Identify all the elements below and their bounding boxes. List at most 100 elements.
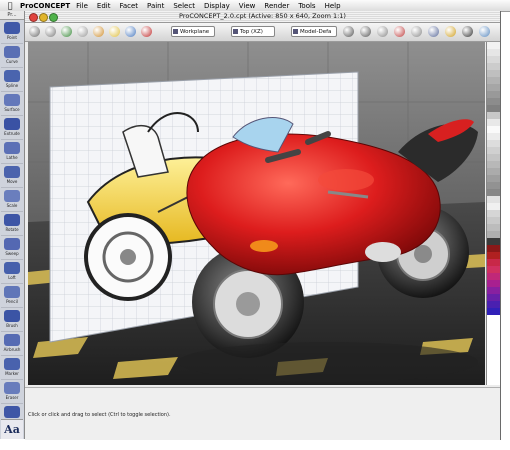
gold-sphere-icon[interactable] (445, 26, 456, 37)
color-swatch[interactable] (487, 189, 500, 196)
color-swatch[interactable] (487, 70, 500, 77)
tool-loft[interactable]: Loft (1, 260, 23, 284)
apple-menu-icon[interactable]:  (4, 1, 16, 10)
shade-sphere-icon[interactable] (411, 26, 422, 37)
app-menu[interactable]: ProCONCEPT (20, 2, 70, 10)
color-swatch[interactable] (487, 266, 500, 273)
tool-spline[interactable]: Spline (1, 68, 23, 92)
pinwheel-icon[interactable] (93, 26, 104, 37)
color-swatch[interactable] (487, 273, 500, 280)
view-select[interactable]: Top (XZ) (231, 26, 275, 37)
paint-icon[interactable] (125, 26, 136, 37)
tool-move[interactable]: Move (1, 164, 23, 188)
tool-point[interactable]: Point (1, 20, 23, 44)
menu-paint[interactable]: Paint (147, 2, 164, 10)
color-swatch[interactable] (487, 252, 500, 259)
tool-extrude[interactable]: Extrude (1, 116, 23, 140)
color-swatch[interactable] (487, 49, 500, 56)
color-swatch[interactable] (487, 217, 500, 224)
menu-file[interactable]: File (76, 2, 88, 10)
menu-help[interactable]: Help (325, 2, 341, 10)
color-swatch[interactable] (487, 175, 500, 182)
color-swatch[interactable] (487, 224, 500, 231)
color-swatch[interactable] (487, 280, 500, 287)
bulb-icon[interactable] (109, 26, 120, 37)
tool-marker[interactable]: Marker (1, 356, 23, 380)
target-icon[interactable] (141, 26, 152, 37)
title-bar[interactable]: ProCONCEPT_2.0.cpt (Active: 850 x 640, Z… (25, 11, 500, 23)
color-swatch[interactable] (487, 42, 500, 49)
tool-rotate[interactable]: Rotate (1, 212, 23, 236)
color-sphere-icon[interactable] (394, 26, 405, 37)
toolbar: Workplane Top (XZ) Model-Defa (25, 23, 500, 42)
tool-label: Spline (5, 83, 19, 88)
tool-pencil[interactable]: Pencil (1, 284, 23, 308)
color-swatch[interactable] (487, 287, 500, 294)
menu-render[interactable]: Render (264, 2, 289, 10)
color-swatch[interactable] (487, 91, 500, 98)
color-swatch[interactable] (487, 210, 500, 217)
tool-curve[interactable]: Curve (1, 44, 23, 68)
color-swatch[interactable] (487, 308, 500, 315)
globe-icon[interactable] (61, 26, 72, 37)
color-swatch[interactable] (487, 56, 500, 63)
color-swatch[interactable] (487, 119, 500, 126)
tool-label: Eraser (5, 395, 19, 400)
open-icon[interactable] (29, 26, 40, 37)
tool-airbrush[interactable]: Airbrush (1, 332, 23, 356)
dark-sphere-icon[interactable] (462, 26, 473, 37)
color-swatch[interactable] (487, 140, 500, 147)
tool-brush[interactable]: Brush (1, 308, 23, 332)
color-swatch[interactable] (487, 77, 500, 84)
tool-eraser[interactable]: Eraser (1, 380, 23, 404)
wire-sphere-icon[interactable] (377, 26, 388, 37)
color-swatch[interactable] (487, 63, 500, 70)
menu-edit[interactable]: Edit (97, 2, 111, 10)
tool-scale[interactable]: Scale (1, 188, 23, 212)
render-viewport[interactable] (28, 42, 485, 385)
env-sphere-icon[interactable] (428, 26, 439, 37)
tool-label: Brush (6, 323, 18, 328)
color-swatch[interactable] (487, 112, 500, 119)
menu-view[interactable]: View (239, 2, 256, 10)
sphere-icon[interactable] (77, 26, 88, 37)
mini-sphere-icon[interactable] (479, 26, 490, 37)
tool-sweep[interactable]: Sweep (1, 236, 23, 260)
color-swatch[interactable] (487, 154, 500, 161)
undo-icon[interactable] (343, 26, 354, 37)
color-swatch[interactable] (487, 238, 500, 245)
color-swatch[interactable] (487, 84, 500, 91)
color-swatch[interactable] (487, 126, 500, 133)
sweep-icon (4, 238, 20, 250)
pencil-icon (4, 286, 20, 298)
mode-select[interactable]: Model-Defa (291, 26, 337, 37)
gear-icon[interactable] (45, 26, 56, 37)
tool-lathe[interactable]: Lathe (1, 140, 23, 164)
menu-select[interactable]: Select (173, 2, 195, 10)
color-swatch[interactable] (487, 98, 500, 105)
text-tool-button[interactable]: Aa (1, 419, 23, 439)
color-swatch[interactable] (487, 133, 500, 140)
menu-tools[interactable]: Tools (298, 2, 315, 10)
tool-label: Airbrush (3, 347, 21, 352)
color-swatch[interactable] (487, 259, 500, 266)
color-swatch[interactable] (487, 105, 500, 112)
color-swatch[interactable] (487, 294, 500, 301)
color-swatch[interactable] (487, 182, 500, 189)
color-swatch[interactable] (487, 196, 500, 203)
pointer-icon (4, 22, 20, 34)
color-swatch[interactable] (487, 245, 500, 252)
brush-icon (4, 310, 20, 322)
color-swatch[interactable] (487, 231, 500, 238)
menu-display[interactable]: Display (204, 2, 230, 10)
color-swatch[interactable] (487, 161, 500, 168)
color-swatch[interactable] (487, 147, 500, 154)
redo-icon[interactable] (360, 26, 371, 37)
menu-facet[interactable]: Facet (119, 2, 138, 10)
color-swatch[interactable] (487, 301, 500, 308)
color-swatch[interactable] (487, 168, 500, 175)
curve-icon (4, 46, 20, 58)
workplane-select[interactable]: Workplane (171, 26, 215, 37)
tool-surface[interactable]: Surface (1, 92, 23, 116)
color-swatch[interactable] (487, 203, 500, 210)
